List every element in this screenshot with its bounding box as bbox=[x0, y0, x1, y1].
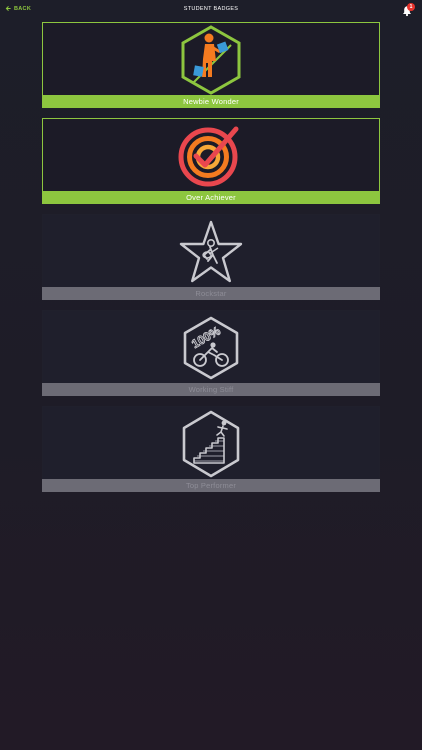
badge-card-top-performer[interactable]: Top Performer bbox=[42, 406, 380, 492]
stairs-climber-hexagon-icon bbox=[182, 410, 240, 477]
badge-card-over-achiever[interactable]: Over Achiever bbox=[42, 118, 380, 204]
badge-card-rockstar[interactable]: Rockstar bbox=[42, 214, 380, 300]
top-bar: BACK STUDENT BADGES 1 bbox=[0, 0, 422, 20]
badge-list: Newbie Wonder Over Achiever Rockstar 100… bbox=[42, 22, 380, 502]
badge-card-newbie-wonder[interactable]: Newbie Wonder bbox=[42, 22, 380, 108]
badge-label: Newbie Wonder bbox=[42, 95, 380, 108]
star-guitarist-icon bbox=[179, 220, 243, 282]
cyclist-100-percent-hexagon-icon: 100% bbox=[183, 316, 239, 379]
page-title: STUDENT BADGES bbox=[183, 6, 239, 12]
badge-label: Over Achiever bbox=[42, 191, 380, 204]
badge-label: Rockstar bbox=[42, 287, 380, 300]
badge-label: Working Stiff bbox=[42, 383, 380, 396]
notification-count-badge: 1 bbox=[407, 3, 415, 11]
badge-label: Top Performer bbox=[42, 479, 380, 492]
person-reading-hexagon-icon bbox=[181, 24, 241, 95]
badge-card-working-stiff[interactable]: 100% Working Stiff bbox=[42, 310, 380, 396]
target-checkmark-icon bbox=[178, 126, 239, 186]
